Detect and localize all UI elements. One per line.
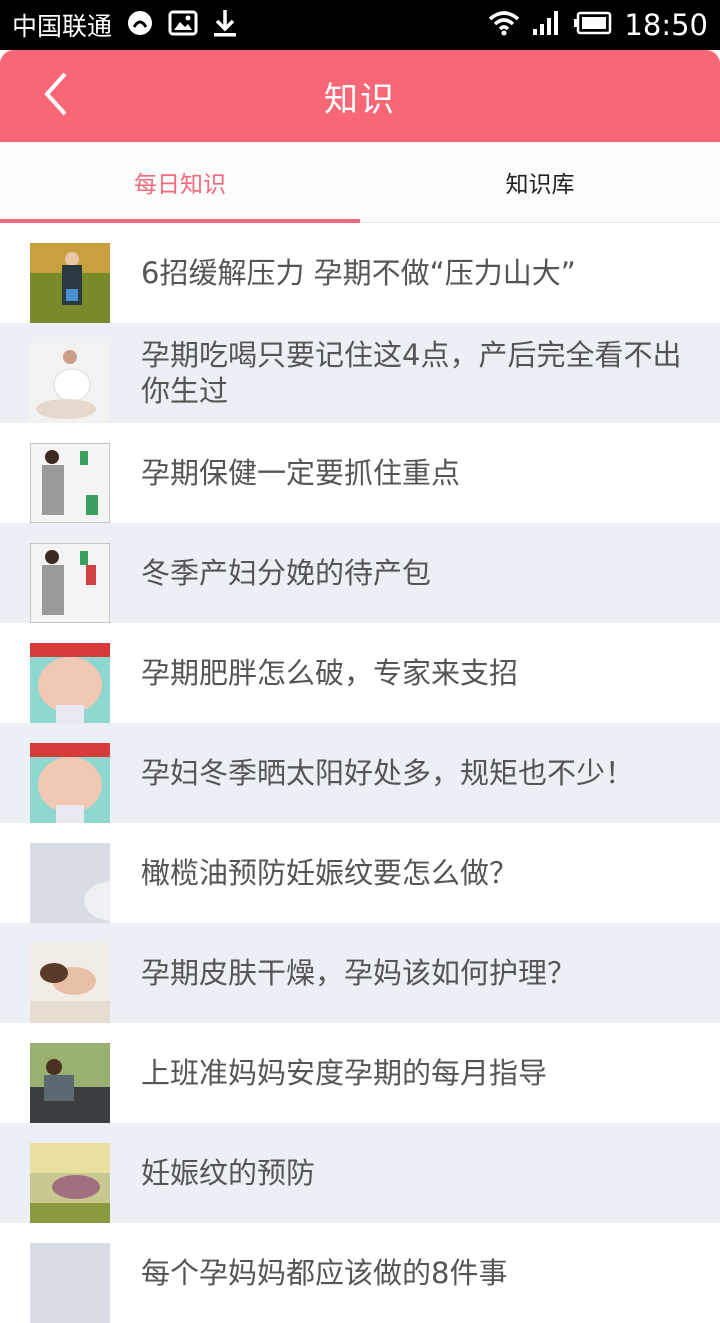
- article-title: 孕期保健一定要抓住重点: [141, 456, 461, 490]
- image-icon: [168, 10, 198, 40]
- article-title: 孕期皮肤干燥，孕妈该如何护理？: [141, 956, 577, 990]
- list-item[interactable]: 上班准妈妈安度孕期的每月指导: [0, 1023, 720, 1123]
- article-title: 孕妇冬季晒太阳好处多，规矩也不少！: [141, 756, 635, 790]
- article-thumbnail: [30, 1143, 110, 1223]
- list-item[interactable]: 孕妇冬季晒太阳好处多，规矩也不少！: [0, 723, 720, 823]
- article-title: 6招缓解压力 孕期不做“压力山大”: [141, 256, 576, 290]
- list-item[interactable]: 孕期肥胖怎么破，专家来支招: [0, 623, 720, 723]
- article-thumbnail: [30, 543, 110, 623]
- article-title: 橄榄油预防妊娠纹要怎么做？: [141, 856, 519, 890]
- status-bar: 中国联通 18:50: [0, 0, 720, 50]
- list-item[interactable]: 孕期保健一定要抓住重点: [0, 423, 720, 523]
- tab-bar: 每日知识 知识库: [0, 142, 720, 223]
- article-title: 孕期吃喝只要记住这4点，产后完全看不出你生过: [141, 338, 682, 408]
- list-item[interactable]: 橄榄油预防妊娠纹要怎么做？: [0, 823, 720, 923]
- tab-daily-knowledge[interactable]: 每日知识: [0, 142, 360, 222]
- article-list: 6招缓解压力 孕期不做“压力山大” 孕期吃喝只要记住这4点，产后完全看不出你生过…: [0, 223, 720, 1323]
- article-title: 妊娠纹的预防: [141, 1156, 316, 1190]
- page-title: 知识: [324, 79, 396, 120]
- list-item[interactable]: 妊娠纹的预防: [0, 1123, 720, 1223]
- wifi-icon: [488, 10, 520, 40]
- battery-icon: [574, 11, 612, 39]
- download-icon: [212, 8, 238, 42]
- tab-label: 每日知识: [134, 172, 226, 198]
- article-thumbnail: [30, 243, 110, 323]
- signal-icon: [532, 10, 562, 40]
- article-thumbnail-placeholder: [30, 1243, 110, 1323]
- clock: 18:50: [624, 8, 708, 42]
- article-thumbnail: [30, 943, 110, 1023]
- article-title: 上班准妈妈安度孕期的每月指导: [141, 1056, 548, 1090]
- chevron-left-icon: [41, 70, 71, 122]
- list-item[interactable]: 孕期吃喝只要记住这4点，产后完全看不出你生过: [0, 323, 720, 423]
- list-item[interactable]: 冬季产妇分娩的待产包: [0, 523, 720, 623]
- article-thumbnail: [30, 743, 110, 823]
- article-title: 孕期肥胖怎么破，专家来支招: [141, 656, 519, 690]
- app-header: 知识: [0, 50, 720, 142]
- tab-label: 知识库: [505, 172, 575, 198]
- article-title: 每个孕妈妈都应该做的8件事: [141, 1256, 508, 1290]
- list-item[interactable]: 孕期皮肤干燥，孕妈该如何护理？: [0, 923, 720, 1023]
- article-thumbnail: [30, 443, 110, 523]
- article-title: 冬季产妇分娩的待产包: [141, 556, 432, 590]
- list-item[interactable]: 6招缓解压力 孕期不做“压力山大”: [0, 223, 720, 323]
- tab-knowledge-base[interactable]: 知识库: [360, 142, 720, 222]
- back-button[interactable]: [28, 68, 84, 124]
- nfc-icon: [126, 9, 154, 41]
- carrier-label: 中国联通: [12, 12, 113, 41]
- article-thumbnail-placeholder: [30, 843, 110, 923]
- article-thumbnail: [30, 343, 110, 423]
- article-thumbnail: [30, 643, 110, 723]
- article-thumbnail: [30, 1043, 110, 1123]
- list-item[interactable]: 每个孕妈妈都应该做的8件事: [0, 1223, 720, 1323]
